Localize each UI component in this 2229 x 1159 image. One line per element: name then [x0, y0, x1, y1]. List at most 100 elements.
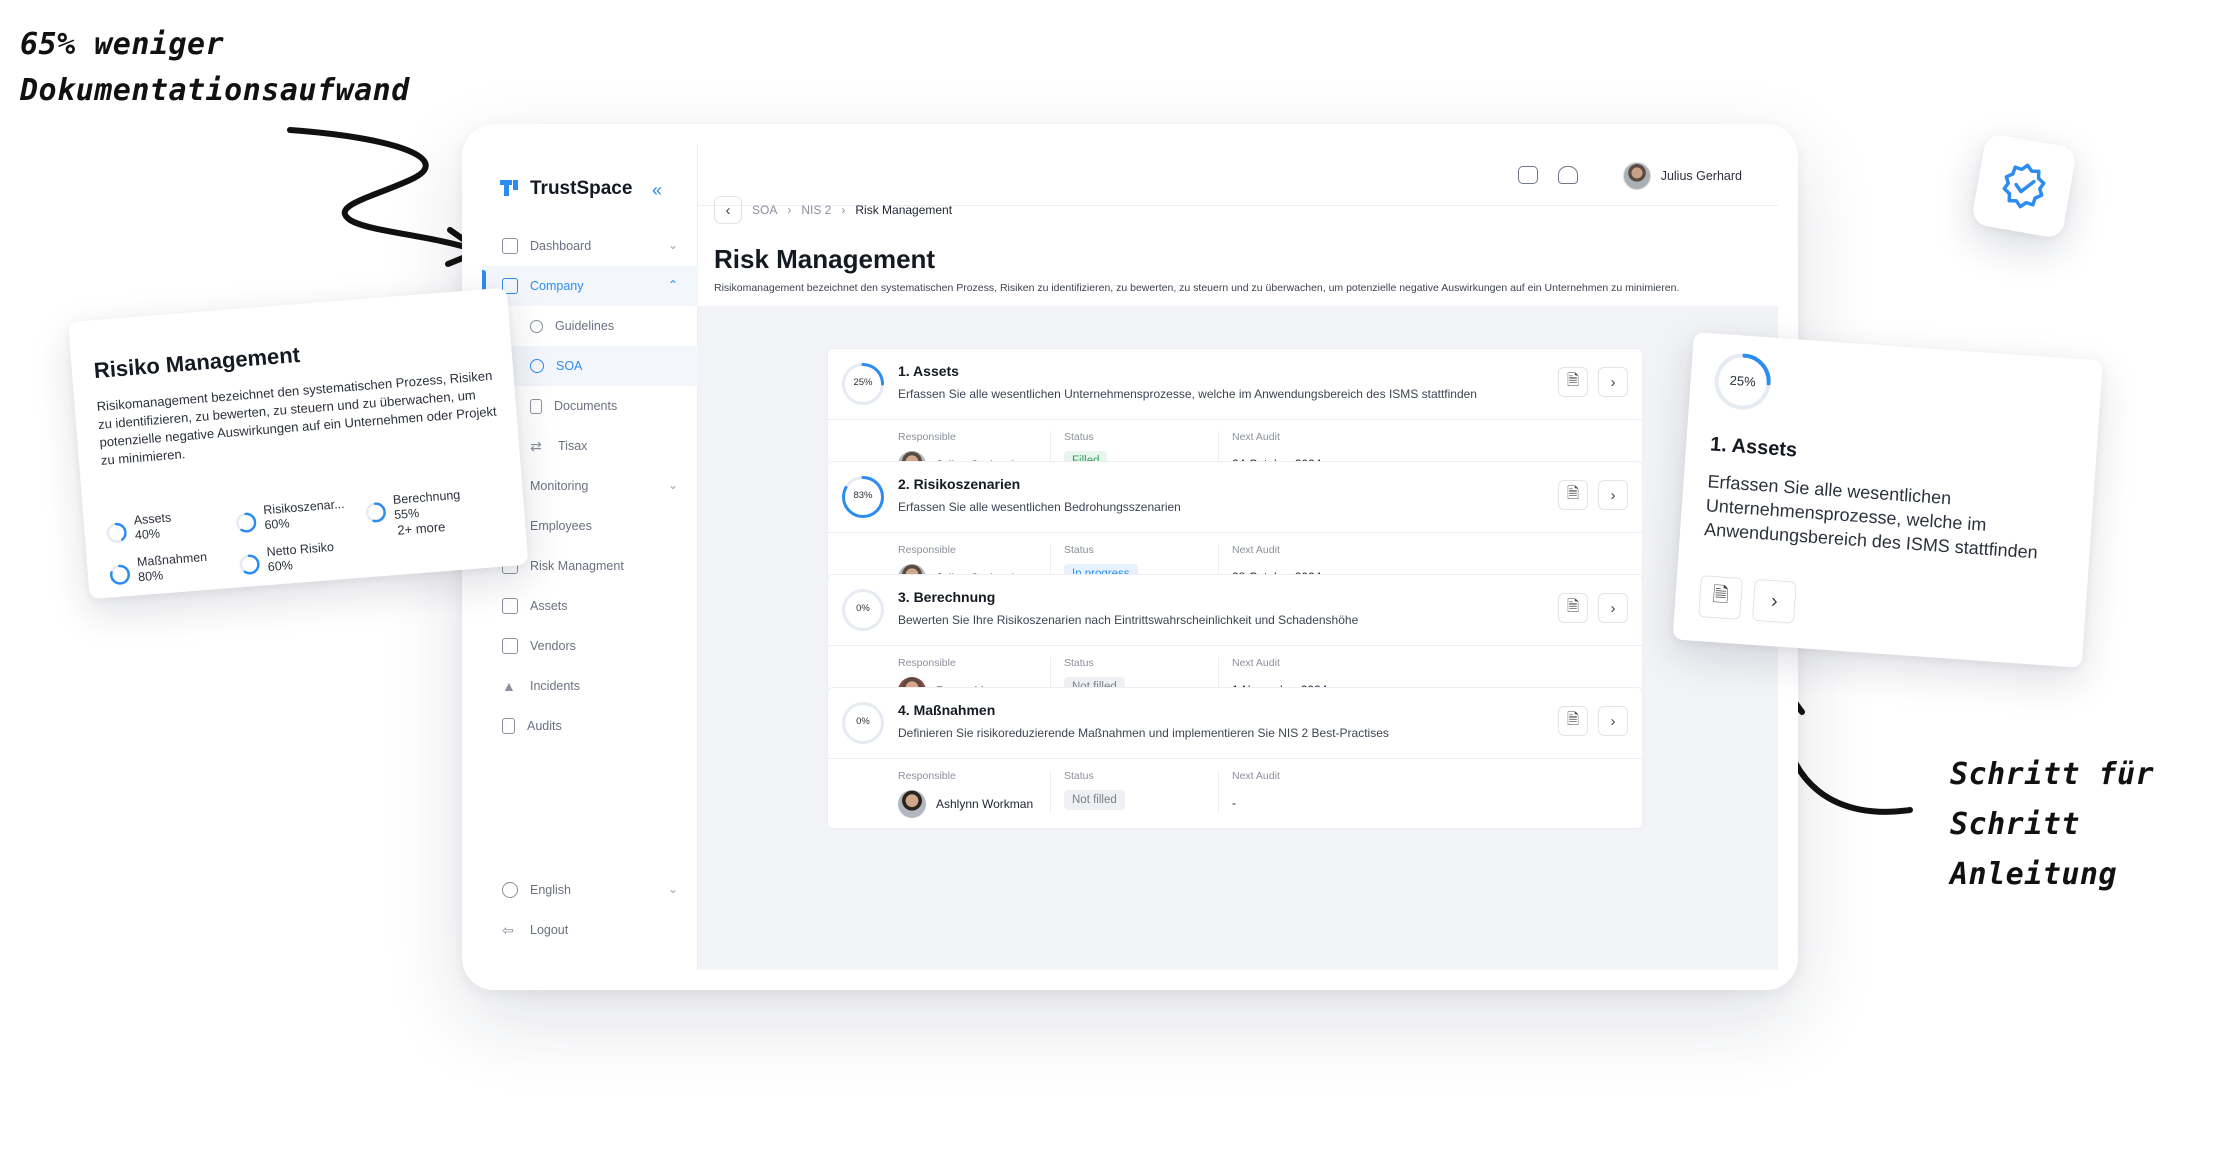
chevron-up-icon: ⌃	[667, 278, 678, 292]
annotation-line: 65% weniger	[20, 27, 225, 62]
chevron-down-icon: ⌄	[667, 478, 678, 492]
step-card[interactable]: 0% 4. Maßnahmen Definieren Sie risikored…	[827, 687, 1643, 829]
sidebar-item-dashboard[interactable]: Dashboard ⌄	[482, 226, 698, 266]
document-button[interactable]: 🗎	[1698, 575, 1743, 620]
sidebar-item-soa[interactable]: SOA	[482, 346, 698, 386]
sidebar-item-audits[interactable]: Audits	[482, 706, 698, 746]
risk-items: Assets 40% Risikoszenar... 60% Berechnun…	[68, 287, 507, 585]
document-button[interactable]: 🗎	[1558, 706, 1588, 736]
sidebar-item-assets[interactable]: Assets	[482, 586, 698, 626]
sidebar-item-incidents[interactable]: ▲ Incidents	[482, 666, 698, 706]
app-window: TrustSpace « Dashboard ⌄ Company ⌃ Guide…	[462, 124, 1798, 990]
meta-label: Next Audit	[1232, 544, 1280, 556]
avatar	[1622, 162, 1651, 190]
document-button[interactable]: 🗎	[1558, 480, 1588, 510]
status-value: Not filled	[1064, 790, 1125, 810]
language-selector[interactable]: English ⌄	[482, 870, 698, 910]
meta-label: Responsible	[898, 657, 956, 669]
meta-label: Next Audit	[1232, 657, 1280, 669]
risk-metric: Netto Risiko 60%	[238, 540, 335, 576]
back-button[interactable]: ‹	[714, 196, 742, 224]
open-step-button[interactable]: ›	[1598, 593, 1628, 623]
sidebar-item-label: Risk Managment	[530, 559, 624, 573]
more-link[interactable]: 2+ more	[397, 519, 446, 538]
sidebar-item-vendors[interactable]: Vendors	[482, 626, 698, 666]
sidebar-item-label: SOA	[556, 359, 583, 373]
risk-metric-text: Maßnahmen 80%	[137, 550, 209, 584]
progress-ring	[236, 512, 257, 533]
step-title: 1. Assets	[1709, 433, 1798, 462]
risk-metric: Maßnahmen 80%	[109, 550, 209, 587]
status-badge: Not filled	[1064, 790, 1125, 810]
step-description: Erfassen Sie alle wesentlichen Bedrohung…	[898, 500, 1181, 514]
page-title: Risk Management	[714, 244, 936, 274]
divider	[828, 758, 1642, 759]
risk-card-description: Risikomanagement bezeichnet den systemat…	[96, 367, 498, 468]
collapse-sidebar-icon[interactable]: «	[652, 180, 662, 201]
step-description: Bewerten Sie Ihre Risikoszenarien nach E…	[898, 613, 1359, 627]
sidebar-item-label: Documents	[554, 399, 618, 413]
status-field: Status Not filled	[1050, 770, 1125, 814]
responsible-name: Ashlynn Workman	[936, 797, 1034, 811]
key-icon	[530, 319, 543, 333]
assets-step-card[interactable]: 25% 1. Assets Erfassen Sie alle wesentli…	[1672, 332, 2104, 668]
risk-metric-text: Berechnung 55%	[392, 488, 461, 522]
step-title: 2. Risikoszenarien	[898, 476, 1021, 492]
logo[interactable]: TrustSpace	[500, 178, 632, 200]
divider	[1218, 770, 1219, 814]
divider	[1050, 770, 1051, 814]
user-menu[interactable]: Julius Gerhard	[1622, 162, 1742, 190]
open-step-button[interactable]: ›	[1598, 367, 1628, 397]
sidebar-item-label: Employees	[530, 519, 592, 533]
step-description: Erfassen Sie alle wesentlichen Unternehm…	[1703, 471, 2039, 563]
progress-ring	[365, 502, 386, 523]
meta-label: Status	[1064, 657, 1094, 669]
chevron-right-icon: ›	[841, 203, 846, 217]
sidebar-item-label: Guidelines	[555, 319, 615, 333]
trustspace-logo-icon	[500, 180, 518, 196]
sidebar-item-guidelines[interactable]: Guidelines	[482, 306, 698, 346]
verified-badge	[1970, 132, 2078, 240]
warning-icon: ▲	[502, 678, 516, 694]
chat-icon[interactable]	[1518, 166, 1538, 184]
box-icon	[502, 598, 518, 614]
next-audit-value: -	[1232, 796, 1280, 810]
chevron-down-icon: ⌄	[667, 882, 678, 896]
document-icon	[530, 398, 542, 414]
sidebar-item-company[interactable]: Company ⌃	[482, 266, 698, 306]
bell-icon[interactable]	[1558, 166, 1578, 184]
grid-icon	[502, 238, 518, 254]
step-description: Erfassen Sie alle wesentlichen Unternehm…	[898, 387, 1477, 401]
breadcrumb: ‹ SOA › NIS 2 › Risk Management	[714, 196, 952, 224]
sidebar-item-label: Logout	[530, 923, 569, 937]
open-step-button[interactable]: ›	[1751, 578, 1797, 624]
logout-button[interactable]: ⇦ Logout	[482, 910, 698, 950]
page-description: Risikomanagement bezeichnet den systemat…	[714, 282, 1680, 294]
risk-summary-card[interactable]: Risiko Management Risikomanagement bezei…	[68, 287, 529, 600]
risk-metric: Risikoszenar... 60%	[235, 497, 346, 534]
sidebar-item-label: English	[530, 883, 571, 897]
step-actions: 🗎 ›	[1698, 575, 1797, 624]
step-actions: 🗎 ›	[1558, 480, 1628, 510]
sidebar-item-label: Dashboard	[530, 239, 592, 253]
progress-ring	[239, 554, 260, 575]
sidebar-item-label: Assets	[530, 599, 568, 613]
step-title: 1. Assets	[898, 363, 959, 379]
breadcrumb-item[interactable]: SOA	[752, 203, 777, 217]
document-button[interactable]: 🗎	[1558, 367, 1588, 397]
risk-metric-text: Risikoszenar... 60%	[263, 497, 346, 532]
breadcrumb-item[interactable]: NIS 2	[801, 203, 831, 217]
step-description: Definieren Sie risikoreduzierende Maßnah…	[898, 726, 1389, 740]
open-step-button[interactable]: ›	[1598, 480, 1628, 510]
swap-icon: ⇄	[530, 437, 542, 454]
meta-label: Status	[1064, 544, 1094, 556]
open-step-button[interactable]: ›	[1598, 706, 1628, 736]
responsible-value: Ashlynn Workman	[898, 790, 1033, 818]
divider	[828, 532, 1642, 533]
clipboard-icon	[502, 718, 515, 734]
document-button[interactable]: 🗎	[1558, 593, 1588, 623]
sidebar-item-label: Audits	[527, 719, 562, 733]
meta-label: Next Audit	[1232, 770, 1280, 782]
progress-label: 0%	[856, 716, 870, 727]
building-icon	[502, 638, 518, 654]
